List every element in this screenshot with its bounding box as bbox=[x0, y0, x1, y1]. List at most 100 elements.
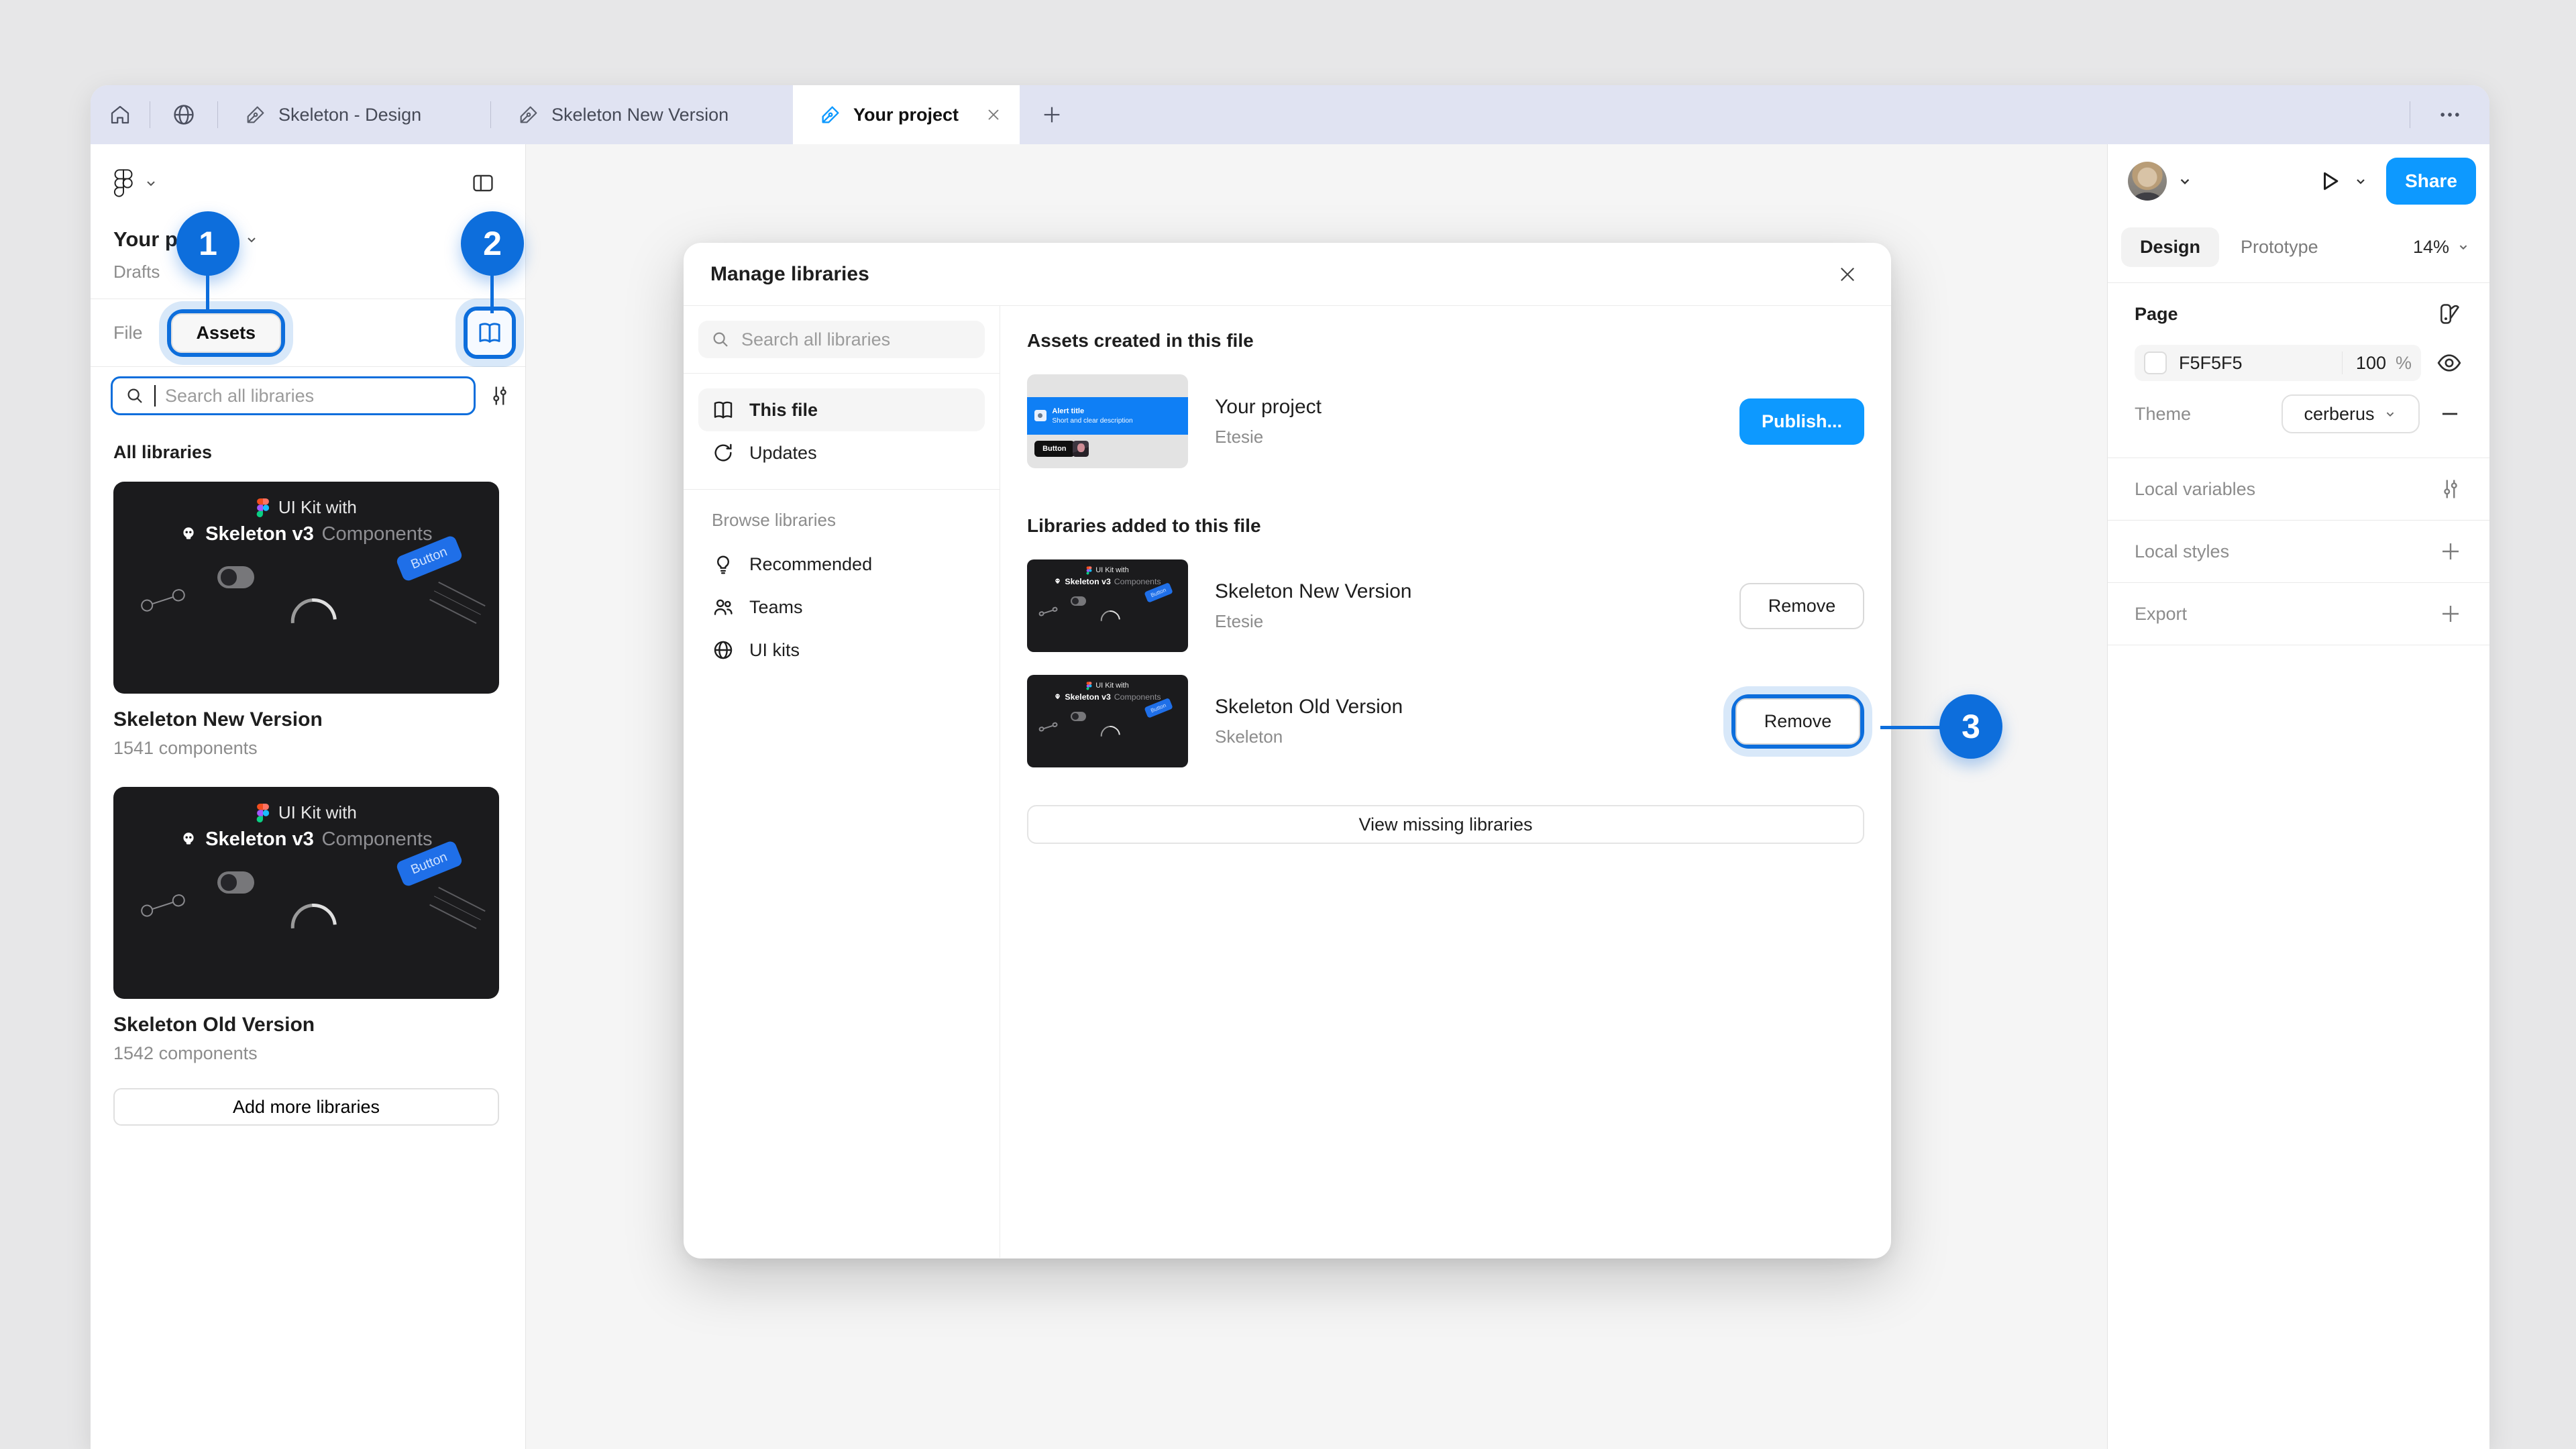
search-icon bbox=[710, 329, 731, 350]
skull-icon bbox=[180, 830, 197, 848]
opacity-value[interactable]: 100 bbox=[2356, 353, 2386, 374]
project-thumbnail: Alert title Short and clear description … bbox=[1027, 374, 1188, 468]
search-input[interactable]: Search all libraries bbox=[111, 376, 476, 415]
decorative-accordion-lines bbox=[425, 574, 489, 631]
community-button[interactable] bbox=[150, 85, 217, 144]
add-more-libraries-button[interactable]: Add more libraries bbox=[113, 1088, 499, 1126]
present-play-icon[interactable] bbox=[2316, 168, 2343, 195]
assets-tab-highlight-ring: Assets bbox=[167, 309, 286, 357]
modal-nav: Search all libraries This file bbox=[684, 306, 1000, 1258]
tab-design[interactable]: Design bbox=[2121, 227, 2219, 267]
figma-logo-icon[interactable] bbox=[113, 169, 133, 197]
divider bbox=[2342, 352, 2343, 374]
remove-button-highlighted[interactable]: Remove bbox=[1735, 698, 1860, 745]
main-area: Your project Drafts File Assets bbox=[91, 144, 2489, 1449]
lightbulb-icon bbox=[712, 553, 735, 576]
variables-sliders-icon[interactable] bbox=[2438, 477, 2463, 501]
nav-item-ui-kits[interactable]: UI kits bbox=[698, 629, 985, 672]
nav-item-this-file[interactable]: This file bbox=[698, 388, 985, 431]
decorative-slider bbox=[1038, 720, 1059, 733]
tab-skeleton-new-version[interactable]: Skeleton New Version bbox=[491, 85, 793, 144]
library-component-count: 1541 components bbox=[113, 738, 502, 759]
chevron-down-icon[interactable] bbox=[2353, 173, 2369, 189]
library-thumbnail: UI Kit with Skeleton v3 Components bbox=[1027, 675, 1188, 767]
view-missing-libraries-button[interactable]: View missing libraries bbox=[1027, 805, 1864, 844]
text-cursor bbox=[154, 385, 156, 407]
plus-icon[interactable] bbox=[2438, 539, 2463, 564]
file-title-row[interactable]: Your project bbox=[91, 222, 525, 257]
sidebar-header-row bbox=[91, 144, 525, 222]
thumb-alert-desc: Short and clear description bbox=[1052, 417, 1132, 425]
page-section-header: Page bbox=[2135, 283, 2463, 345]
eye-visibility-icon[interactable] bbox=[2436, 350, 2463, 376]
chevron-down-icon bbox=[2456, 239, 2471, 254]
divider bbox=[684, 489, 1000, 490]
home-button[interactable] bbox=[91, 85, 150, 144]
people-icon bbox=[712, 596, 735, 619]
chevron-down-icon[interactable] bbox=[143, 175, 159, 191]
nav-item-recommended[interactable]: Recommended bbox=[698, 543, 985, 586]
share-button[interactable]: Share bbox=[2386, 158, 2476, 205]
nav-label: UI kits bbox=[749, 640, 800, 661]
decorative-spinner bbox=[282, 589, 345, 653]
tab-skeleton-design[interactable]: Skeleton - Design bbox=[218, 85, 490, 144]
right-sidebar: Share Design Prototype 14% Page bbox=[2107, 144, 2489, 1449]
toggle-panel-icon[interactable] bbox=[470, 170, 496, 196]
refresh-icon bbox=[712, 441, 735, 464]
tab-prototype[interactable]: Prototype bbox=[2224, 227, 2334, 267]
tab-close-icon[interactable] bbox=[984, 105, 1003, 124]
file-location[interactable]: Drafts bbox=[91, 257, 525, 286]
file-asset-row: Alert title Short and clear description … bbox=[1027, 374, 1864, 468]
skull-icon bbox=[1054, 693, 1061, 700]
publish-button[interactable]: Publish... bbox=[1739, 398, 1864, 445]
color-swatch[interactable] bbox=[2144, 352, 2167, 374]
tab-your-project-active[interactable]: Your project bbox=[793, 85, 1020, 144]
remove-button[interactable]: Remove bbox=[1739, 583, 1864, 629]
local-variables-row[interactable]: Local variables bbox=[2135, 458, 2463, 520]
modal-search-input[interactable]: Search all libraries bbox=[698, 321, 985, 358]
decorative-slider bbox=[139, 891, 187, 922]
local-variables-label: Local variables bbox=[2135, 479, 2438, 500]
local-styles-row[interactable]: Local styles bbox=[2135, 521, 2463, 582]
tab-label: Skeleton - Design bbox=[278, 105, 421, 125]
close-icon[interactable] bbox=[1831, 258, 1864, 291]
canvas[interactable]: Manage libraries Search all libraries bbox=[526, 144, 2107, 1449]
page-color-input[interactable]: F5F5F5 100 % bbox=[2135, 345, 2421, 381]
library-card[interactable]: UI Kit with Skeleton v3 Components Butto… bbox=[91, 470, 525, 759]
theme-select[interactable]: cerberus bbox=[2282, 394, 2420, 433]
browse-libraries-label: Browse libraries bbox=[698, 504, 985, 543]
tab-file[interactable]: File bbox=[113, 323, 143, 343]
design-prototype-tabs: Design Prototype 14% bbox=[2108, 218, 2489, 282]
minus-remove-theme-icon[interactable] bbox=[2437, 401, 2463, 427]
plus-icon[interactable] bbox=[2438, 602, 2463, 626]
decorative-toggle bbox=[217, 566, 254, 588]
file-assets-tabs-row: File Assets bbox=[91, 299, 525, 366]
decorative-spinner bbox=[1097, 606, 1124, 633]
thumb-avatar bbox=[1073, 441, 1089, 457]
decorative-spinner bbox=[282, 894, 345, 958]
styles-swatchbook-icon[interactable] bbox=[2437, 301, 2463, 327]
filter-sliders-icon[interactable] bbox=[488, 384, 512, 408]
export-row[interactable]: Export bbox=[2135, 583, 2463, 645]
color-hex-value: F5F5F5 bbox=[2179, 353, 2328, 374]
tab-assets[interactable]: Assets bbox=[171, 313, 282, 353]
decorative-toggle bbox=[217, 871, 254, 894]
thumb-kit-line: UI Kit with bbox=[278, 802, 357, 823]
nav-item-updates[interactable]: Updates bbox=[698, 431, 985, 474]
left-sidebar: Your project Drafts File Assets bbox=[91, 144, 526, 1449]
window-menu-button[interactable] bbox=[2410, 85, 2489, 144]
zoom-control[interactable]: 14% bbox=[2413, 237, 2471, 258]
tab-label: Skeleton New Version bbox=[551, 105, 729, 125]
globe-icon bbox=[712, 639, 735, 661]
nav-item-teams[interactable]: Teams bbox=[698, 586, 985, 629]
library-book-button[interactable] bbox=[468, 311, 512, 355]
decorative-button-label: Button bbox=[1150, 702, 1167, 714]
library-card[interactable]: UI Kit with Skeleton v3 Components Butto… bbox=[91, 775, 525, 1064]
new-tab-button[interactable] bbox=[1020, 85, 1084, 144]
thumb-button: Button bbox=[1034, 441, 1075, 457]
thumb-name-bold: Skeleton v3 bbox=[205, 828, 314, 851]
user-avatar[interactable] bbox=[2128, 162, 2167, 201]
callout-3-stem bbox=[1880, 726, 1942, 729]
chevron-down-icon[interactable] bbox=[2176, 172, 2194, 190]
thumb-name-gray: Components bbox=[1114, 692, 1161, 702]
